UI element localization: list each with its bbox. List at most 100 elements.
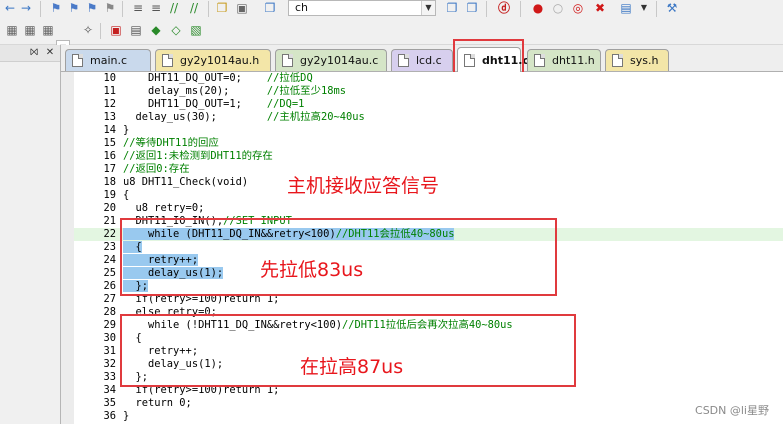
breakpoint-kill-all-icon[interactable]: ✖ (592, 0, 608, 16)
line-number: 26 (103, 280, 116, 292)
line-number: 24 (103, 254, 116, 266)
config-icon[interactable]: ⚒ (664, 0, 680, 16)
code-comment: //返回1:未检测到DHT11的存在 (123, 150, 273, 162)
code-line[interactable]: 10 DHT11_DQ_OUT=0; //拉低DQ (61, 72, 783, 85)
line-number: 19 (103, 189, 116, 201)
annotation-title: 主机接收应答信号 (287, 175, 440, 197)
line-number: 21 (103, 215, 116, 227)
code-token: DHT11_DQ_OUT=1; (123, 98, 267, 110)
file-icon (398, 54, 409, 67)
file-icon (72, 54, 83, 67)
code-line[interactable]: 12 DHT11_DQ_OUT=1; //DQ=1 (61, 98, 783, 111)
tab-lcd-c[interactable]: lcd.c (391, 49, 453, 71)
line-number: 15 (103, 137, 116, 149)
line-number: 17 (103, 163, 116, 175)
chevron-down-icon[interactable]: ▼ (421, 1, 435, 15)
code-line[interactable]: 14} (61, 124, 783, 137)
bookmark-clear-icon[interactable]: ⚑ (102, 0, 118, 16)
breakpoint-kill-icon[interactable]: ◎ (570, 0, 586, 16)
code-text: //等待DHT11的回应 (123, 137, 219, 150)
toolbar-separator (100, 23, 101, 39)
code-line[interactable]: 11 delay_ms(20); //拉低至少18ms (61, 85, 783, 98)
bookmark-icon[interactable]: ⚑ (48, 0, 64, 16)
code-text: u8 DHT11_Check(void) (123, 176, 248, 189)
line-number: 36 (103, 410, 116, 422)
breakpoint-icon[interactable]: ● (530, 0, 546, 16)
rebuild-icon[interactable]: ▦ (40, 22, 56, 38)
uncomment-icon[interactable]: // (186, 0, 202, 16)
target-options-icon[interactable]: ▣ (108, 22, 124, 38)
breakpoint-disable-icon[interactable]: ○ (550, 0, 566, 16)
tab-sys-h[interactable]: sys.h (605, 49, 669, 71)
active-tab-highlight (453, 39, 524, 75)
replace-icon[interactable]: ❐ (464, 0, 480, 16)
code-token: delay_us(30); (123, 111, 267, 123)
window-layout-icon[interactable]: ▤ (618, 0, 634, 16)
code-line[interactable]: 16 //返回1:未检测到DHT11的存在 (61, 150, 783, 163)
line-number: 31 (103, 345, 116, 357)
file-icon (534, 54, 545, 67)
tab-dht11-h[interactable]: dht11.h (527, 49, 601, 71)
code-token: delay_ms(20); (123, 85, 267, 97)
line-number: 16 (103, 150, 116, 162)
code-token: } (123, 124, 130, 136)
find-combo[interactable]: ch ▼ (288, 0, 436, 16)
line-number: 11 (103, 85, 116, 97)
indent-icon[interactable]: ≡ (130, 0, 146, 16)
chevron-down-icon[interactable]: ▼ (636, 0, 652, 16)
line-number: 34 (103, 384, 116, 396)
tab-main-c[interactable]: main.c (65, 49, 151, 71)
unindent-icon[interactable]: ≡ (148, 0, 164, 16)
back-icon[interactable]: ← (2, 0, 18, 16)
project-panel-header: ⨝ ✕ (0, 45, 60, 62)
code-token: u8 retry=0; (123, 202, 205, 214)
code-line[interactable]: 20 u8 retry=0; (61, 202, 783, 215)
code-line[interactable]: 13 delay_us(30); //主机拉高20~40us (61, 111, 783, 124)
toolbar-separator (520, 1, 521, 17)
code-comment: //DQ=1 (266, 98, 305, 110)
code-text: //返回0:存在 (123, 163, 190, 176)
pack-installer-icon[interactable]: ◇ (168, 22, 184, 38)
debug-icon[interactable]: ⓓ (496, 0, 512, 16)
annotation-high-label: 在拉高87us (300, 356, 404, 378)
tab-label: dht11.h (552, 54, 595, 67)
download-icon[interactable]: ◆ (148, 22, 164, 38)
find-in-files-icon[interactable]: ❐ (214, 0, 230, 16)
code-text: { (123, 189, 129, 202)
tab-label: gy2y1014au.c (300, 54, 379, 67)
tab-gy2y1014au-h[interactable]: gy2y1014au.h (155, 49, 271, 71)
toolbar-separator (486, 1, 487, 17)
code-token: } (123, 410, 130, 422)
toolbar-separator (656, 1, 657, 17)
tab-gy2y1014au-c[interactable]: gy2y1014au.c (275, 49, 387, 71)
code-line[interactable]: 35 return 0; (61, 397, 783, 410)
code-text: } (123, 410, 129, 423)
manage-icon[interactable]: ▤ (128, 22, 144, 38)
translate-icon[interactable]: ▦ (4, 22, 20, 38)
code-text: } (123, 124, 129, 137)
run-time-env-icon[interactable]: ▧ (188, 22, 204, 38)
find-icon[interactable]: ❐ (262, 0, 278, 16)
code-text: return 0; (123, 397, 192, 410)
code-line[interactable]: 36} (61, 410, 783, 423)
forward-icon[interactable]: → (18, 0, 34, 16)
bookmark-next-icon[interactable]: ⚑ (84, 0, 100, 16)
code-comment: //等待DHT11的回应 (123, 137, 219, 149)
pin-icon[interactable]: ⨝ (26, 45, 42, 61)
file-icon (162, 54, 173, 67)
line-number: 22 (103, 228, 116, 240)
project-panel: ⨝ ✕ (0, 45, 61, 424)
magic-wand-icon[interactable]: ✧ (80, 22, 96, 38)
code-comment: //主机拉高20~40us (266, 111, 365, 123)
find-in-files-icon[interactable]: ❐ (444, 0, 460, 16)
line-number: 32 (103, 358, 116, 370)
window-icon[interactable]: ▣ (234, 0, 250, 16)
comment-icon[interactable]: // (166, 0, 182, 16)
bookmark-prev-icon[interactable]: ⚑ (66, 0, 82, 16)
toolbar-separator (208, 1, 209, 17)
code-line[interactable]: 15 //等待DHT11的回应 (61, 137, 783, 150)
code-comment: //拉低DQ (266, 72, 313, 84)
close-icon[interactable]: ✕ (42, 45, 58, 61)
build-icon[interactable]: ▦ (22, 22, 38, 38)
tab-label: main.c (90, 54, 128, 67)
